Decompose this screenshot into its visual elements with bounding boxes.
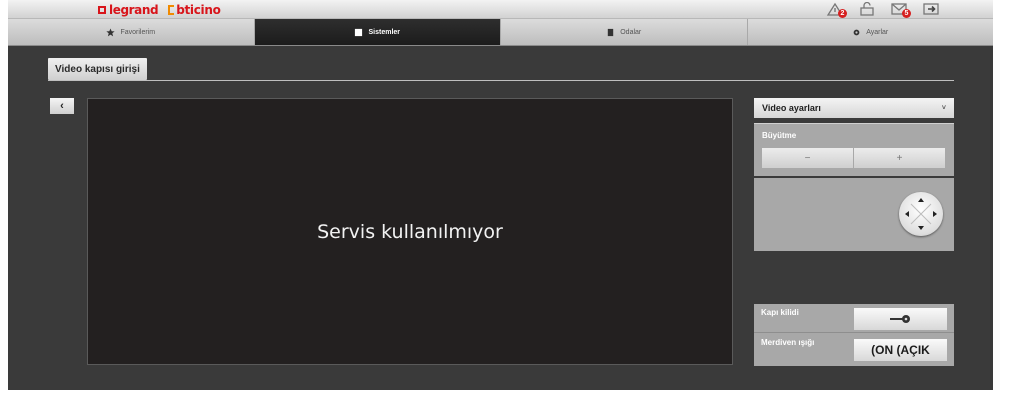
rooms-icon — [606, 28, 615, 37]
tab-label: Favorilerim — [120, 28, 156, 36]
brand-logos: legrand bticino — [98, 2, 221, 17]
video-settings-dropdown[interactable]: Video ayarları ˅ — [754, 98, 954, 118]
door-unlock-button[interactable] — [854, 308, 947, 330]
logout-icon[interactable] — [920, 1, 942, 17]
app-window: legrand bticino 2 5 Favorilerim Sistemle… — [0, 0, 1009, 394]
main-content: Video kapısı girişi ‹ Servis kullanılmıy… — [8, 46, 993, 390]
top-bar: legrand bticino 2 5 — [8, 0, 993, 19]
tab-label: Sistemler — [368, 28, 401, 36]
star-icon — [106, 27, 116, 37]
video-display: Servis kullanılmıyor — [87, 98, 733, 365]
tab-favorites[interactable]: Favorilerim — [8, 19, 255, 45]
settings-icon — [852, 28, 861, 37]
tab-label: Ayarlar — [866, 28, 889, 36]
bticino-logo: bticino — [168, 3, 221, 17]
tab-systems[interactable]: Sistemler — [254, 19, 501, 45]
header-icons: 2 5 — [824, 1, 942, 18]
tab-settings[interactable]: Ayarlar — [748, 19, 994, 45]
camera-pan-panel — [754, 178, 954, 251]
video-settings-title: Video ayarları — [762, 103, 821, 113]
mail-badge: 5 — [902, 9, 911, 18]
chevron-down-icon: ˅ — [941, 104, 946, 112]
zoom-out-button[interactable]: − — [762, 148, 853, 168]
zoom-panel: Büyütme − + — [754, 123, 954, 176]
legrand-logo: legrand — [98, 3, 159, 17]
alarm-badge: 2 — [838, 9, 847, 18]
video-status-message: Servis kullanılmıyor — [317, 220, 503, 243]
tab-divider — [48, 80, 954, 81]
tab-rooms[interactable]: Odalar — [501, 19, 748, 45]
stairs-light-row: Merdiven ışığı (ON (AÇIK — [754, 334, 954, 363]
tab-label: Odalar — [620, 28, 642, 36]
systems-icon — [354, 28, 363, 37]
door-lock-label: Kapı kilidi — [761, 308, 799, 317]
door-panel: Kapı kilidi Merdiven ışığı (ON (AÇIK — [754, 304, 954, 366]
key-icon — [889, 315, 910, 323]
zoom-label: Büyütme — [762, 131, 797, 140]
mail-icon[interactable]: 5 — [888, 1, 911, 18]
zoom-in-button[interactable]: + — [854, 148, 945, 168]
page-title-tab[interactable]: Video kapısı girişi — [48, 58, 147, 80]
main-nav: Favorilerim Sistemler Odalar Ayarlar — [8, 19, 993, 46]
direction-pad-icon[interactable] — [899, 192, 943, 236]
stairs-light-button[interactable]: (ON (AÇIK — [854, 339, 947, 361]
back-button[interactable]: ‹ — [50, 98, 74, 114]
zoom-controls: − + — [762, 148, 945, 168]
stairs-light-label: Merdiven ışığı — [761, 338, 815, 347]
door-lock-row: Kapı kilidi — [754, 304, 954, 333]
alarm-icon[interactable]: 2 — [824, 1, 847, 18]
lock-icon[interactable] — [856, 1, 878, 17]
